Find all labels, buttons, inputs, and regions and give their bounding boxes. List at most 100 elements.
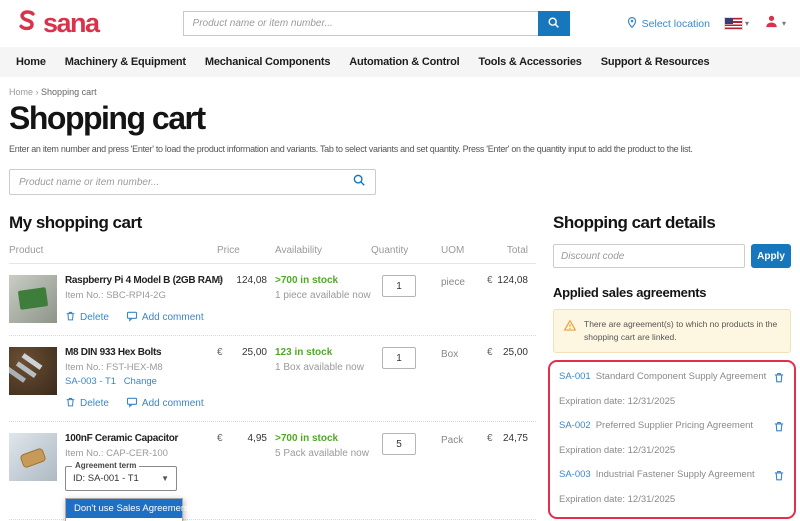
details-title: Shopping cart details <box>553 213 791 233</box>
select-location-button[interactable]: Select location <box>626 16 710 32</box>
agreement-term-select[interactable]: Agreement term ID: SA-001 - T1 ▼ <box>65 466 177 491</box>
agreement-term-value: ID: SA-001 - T1 <box>73 473 139 484</box>
breadcrumb-separator: › <box>36 87 39 97</box>
chevron-down-icon: ▾ <box>745 20 749 28</box>
table-row: M8 DIN 933 Hex Bolts Item No.: FST-HEX-M… <box>9 336 536 422</box>
product-cell: Raspberry Pi 4 Model B (2GB RAM) Item No… <box>9 275 217 325</box>
product-cell: M8 DIN 933 Hex Bolts Item No.: FST-HEX-M… <box>9 347 217 411</box>
language-selector[interactable]: ▾ <box>725 18 749 29</box>
agreement-name: Industrial Fastener Supply Agreement <box>596 469 768 480</box>
price-cell: €4,95 <box>217 433 275 491</box>
stock-detail: 5 Pack available now <box>275 448 371 459</box>
dropdown-option[interactable]: Don't use Sales Agreement <box>66 499 182 518</box>
column-total: Total <box>487 245 536 256</box>
list-item: SA-002 Preferred Supplier Pricing Agreem… <box>559 413 785 462</box>
list-item: SA-001 Standard Component Supply Agreeme… <box>559 364 785 413</box>
search-icon[interactable] <box>352 173 366 192</box>
agreement-expiration: Expiration date: 12/31/2025 <box>559 494 785 505</box>
table-row: 100nF Ceramic Capacitor Item No.: CAP-CE… <box>9 422 536 520</box>
add-comment-button[interactable]: Add comment <box>126 310 204 325</box>
stock-status: 123 in stock <box>275 347 371 358</box>
search-icon <box>547 16 560 32</box>
warning-text: There are agreement(s) to which no produ… <box>584 318 781 344</box>
nav-item-automation[interactable]: Automation & Control <box>349 56 459 68</box>
product-image <box>9 275 57 323</box>
header-search-input[interactable] <box>183 11 538 36</box>
account-menu[interactable]: ▾ <box>764 14 786 34</box>
warning-icon <box>563 318 577 344</box>
add-comment-button[interactable]: Add comment <box>126 396 204 411</box>
delete-button[interactable]: Delete <box>65 396 109 411</box>
agreement-id[interactable]: SA-003 - T1 <box>65 376 116 387</box>
logo-text: sana <box>43 10 99 37</box>
apply-button[interactable]: Apply <box>751 244 791 268</box>
breadcrumb: Home › Shopping cart <box>9 87 791 97</box>
us-flag-icon <box>725 18 742 29</box>
user-icon <box>764 14 779 34</box>
quantity-input[interactable] <box>382 275 416 297</box>
comment-icon <box>126 396 138 411</box>
agreement-term-label: Agreement term <box>72 461 139 470</box>
trash-icon[interactable] <box>773 469 785 487</box>
discount-row: Apply <box>553 244 791 268</box>
site-header: sana Select location ▾ ▾ <box>0 0 800 47</box>
column-availability: Availability <box>275 245 371 256</box>
instructions-text: Enter an item number and press 'Enter' t… <box>9 144 791 154</box>
nav-item-machinery[interactable]: Machinery & Equipment <box>65 56 186 68</box>
delete-button[interactable]: Delete <box>65 310 109 325</box>
comment-icon <box>126 310 138 325</box>
product-image <box>9 433 57 481</box>
trash-icon <box>65 310 76 325</box>
agreement-term-options: Don't use Sales Agreement ID: SA-001 - T… <box>65 498 183 521</box>
availability-cell: >700 in stock 1 piece available now <box>275 275 371 325</box>
agreement-name: Preferred Supplier Pricing Agreement <box>596 420 768 431</box>
column-quantity: Quantity <box>371 245 427 256</box>
availability-cell: 123 in stock 1 Box available now <box>275 347 371 411</box>
nav-item-home[interactable]: Home <box>16 56 46 68</box>
discount-code-input[interactable] <box>553 244 745 268</box>
sana-logo[interactable]: sana <box>14 8 99 39</box>
nav-item-support[interactable]: Support & Resources <box>601 56 710 68</box>
stock-detail: 1 Box available now <box>275 362 371 373</box>
quick-add-input[interactable] <box>19 177 352 188</box>
product-name[interactable]: 100nF Ceramic Capacitor <box>65 433 178 444</box>
cart-details-panel: Shopping cart details Apply Applied sale… <box>553 213 791 521</box>
quantity-input[interactable] <box>382 433 416 455</box>
agreement-id-link[interactable]: SA-001 <box>559 371 591 382</box>
select-location-label: Select location <box>642 18 710 30</box>
breadcrumb-home[interactable]: Home <box>9 87 33 97</box>
header-search-button[interactable] <box>538 11 570 36</box>
page-title: Shopping cart <box>9 100 791 137</box>
trash-icon[interactable] <box>773 420 785 438</box>
quantity-input[interactable] <box>382 347 416 369</box>
main-nav: Home Machinery & Equipment Mechanical Co… <box>0 47 800 77</box>
change-agreement-link[interactable]: Change <box>124 376 157 387</box>
agreement-expiration: Expiration date: 12/31/2025 <box>559 445 785 456</box>
nav-item-tools[interactable]: Tools & Accessories <box>479 56 582 68</box>
price-cell: €124,08 <box>217 275 275 325</box>
nav-item-mechanical[interactable]: Mechanical Components <box>205 56 330 68</box>
product-name[interactable]: Raspberry Pi 4 Model B (2GB RAM) <box>65 275 217 286</box>
stock-status: >700 in stock <box>275 275 371 286</box>
header-actions: Select location ▾ ▾ <box>626 14 786 34</box>
trash-icon <box>65 396 76 411</box>
list-item: SA-003 Industrial Fastener Supply Agreem… <box>559 462 785 511</box>
table-row: Raspberry Pi 4 Model B (2GB RAM) Item No… <box>9 264 536 336</box>
product-name[interactable]: M8 DIN 933 Hex Bolts <box>65 347 204 358</box>
cart-section: My shopping cart Product Price Availabil… <box>9 213 536 521</box>
agreement-id-link[interactable]: SA-003 <box>559 469 591 480</box>
agreement-id-link[interactable]: SA-002 <box>559 420 591 431</box>
availability-cell: >700 in stock 5 Pack available now <box>275 433 371 491</box>
trash-icon[interactable] <box>773 371 785 389</box>
total-cell: €24,75 <box>487 433 536 491</box>
chevron-down-icon: ▾ <box>782 20 786 28</box>
agreement-name: Standard Component Supply Agreement <box>596 371 768 382</box>
stock-detail: 1 piece available now <box>275 290 371 301</box>
cart-table-header: Product Price Availability Quantity UOM … <box>9 245 536 264</box>
product-cell: 100nF Ceramic Capacitor Item No.: CAP-CE… <box>9 433 217 491</box>
uom-cell: piece <box>427 275 487 325</box>
total-cell: €25,00 <box>487 347 536 411</box>
header-search <box>183 11 570 36</box>
column-product: Product <box>9 245 217 256</box>
uom-cell: Box <box>427 347 487 411</box>
